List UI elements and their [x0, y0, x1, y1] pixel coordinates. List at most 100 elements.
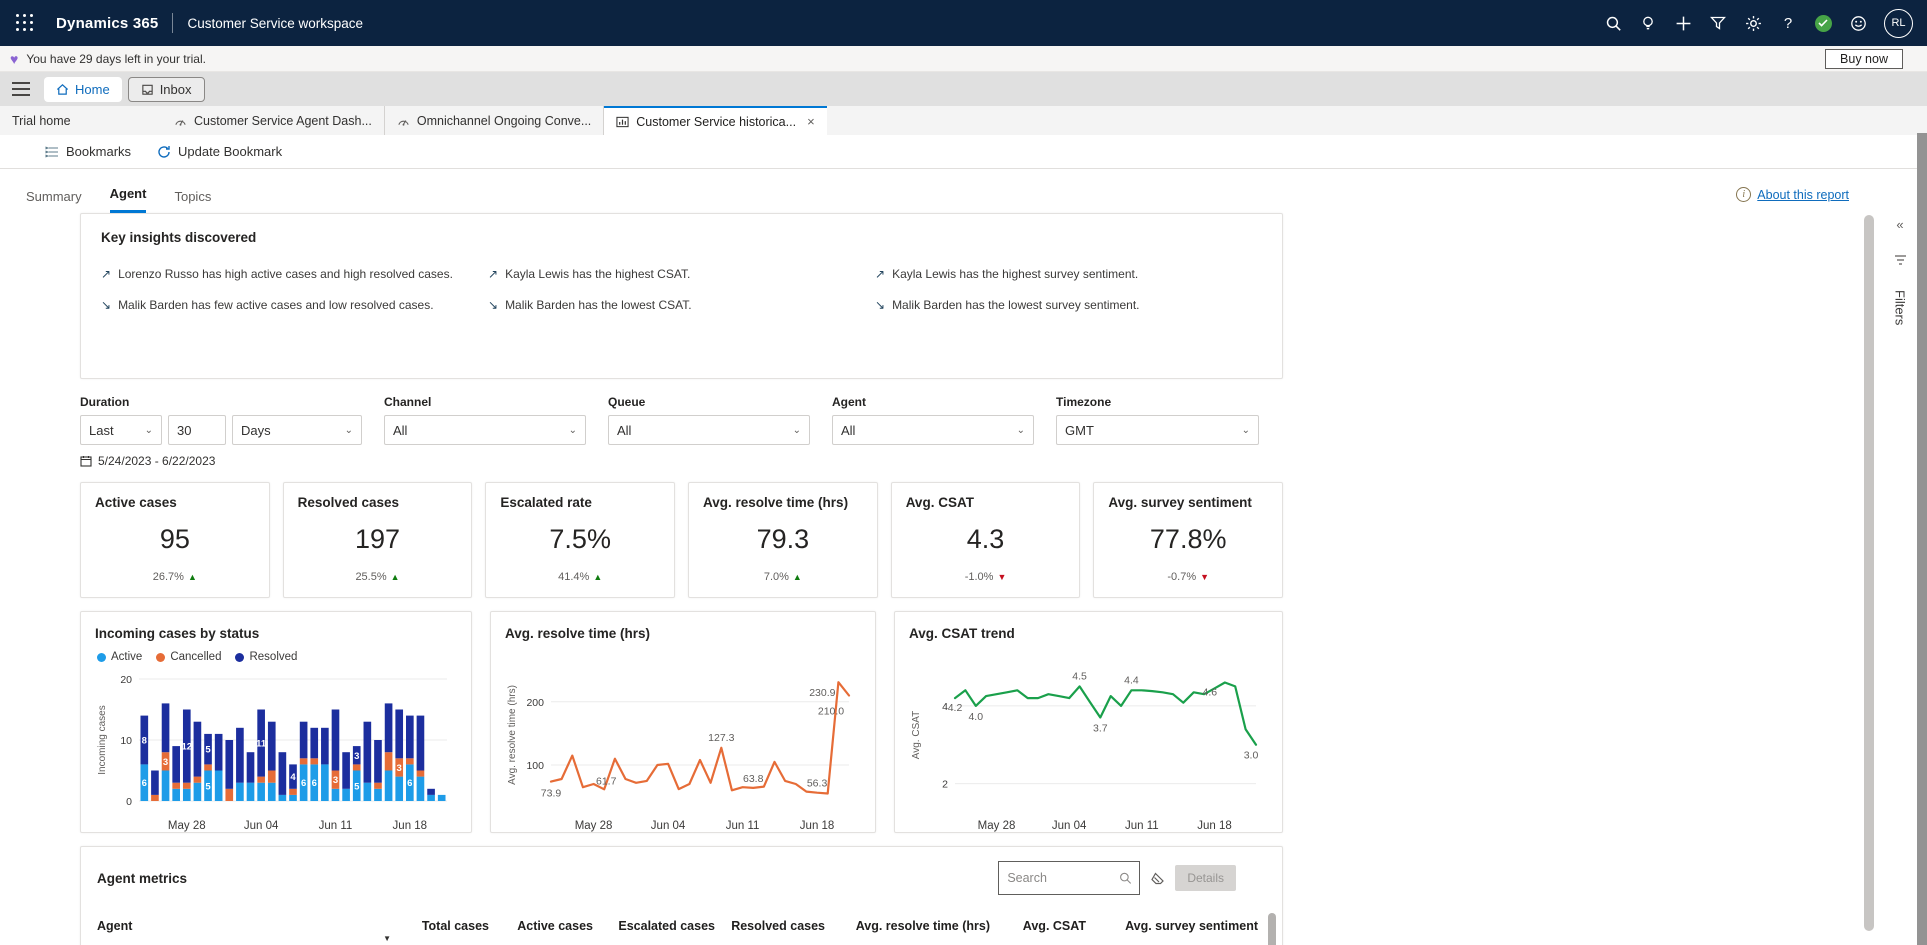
close-tab-icon[interactable]: × — [807, 114, 815, 129]
filter-agent-label: Agent — [832, 395, 866, 409]
column-header-avg-resolve-time-hrs-[interactable]: Avg. resolve time (hrs) — [825, 919, 990, 933]
column-header-total-cases[interactable]: Total cases — [397, 919, 489, 933]
sort-descending-icon[interactable]: ▼ — [383, 934, 391, 943]
inbox-icon — [141, 84, 153, 95]
kpi-card: Escalated rate 7.5% 41.4% ▲ — [485, 482, 676, 598]
csat-trend-line-chart[interactable]: 24 4.24.04.53.74.44.63.0May 28 Jun 04 Jun 1… — [909, 649, 1266, 835]
expand-filters-icon[interactable]: « — [1896, 217, 1903, 232]
details-button[interactable]: Details — [1175, 865, 1236, 891]
insight-item: ↗ Kayla Lewis has the highest CSAT. — [488, 267, 875, 281]
legend-label: Cancelled — [170, 651, 222, 663]
column-header-agent[interactable]: Agent ▼ — [97, 919, 397, 943]
buy-now-button[interactable]: Buy now — [1825, 48, 1903, 69]
svg-text:4.4: 4.4 — [1124, 674, 1139, 686]
svg-text:3: 3 — [163, 757, 168, 768]
kpi-label: Avg. CSAT — [905, 495, 974, 510]
delta-down-icon: ▼ — [1200, 572, 1210, 582]
column-header-avg-survey-sentiment[interactable]: Avg. survey sentiment — [1086, 919, 1258, 933]
svg-text:3.7: 3.7 — [1093, 723, 1108, 735]
date-range-text: 5/24/2023 - 6/22/2023 — [98, 454, 216, 468]
svg-text:4.0: 4.0 — [968, 711, 983, 723]
settings-icon[interactable] — [1740, 10, 1766, 36]
window-scrollbar[interactable] — [1917, 133, 1927, 945]
legend-item-active[interactable]: Active — [97, 651, 142, 663]
agent-metrics-card: Agent metrics Details Agent▼Total casesA… — [80, 846, 1283, 945]
column-header-avg-csat[interactable]: Avg. CSAT — [990, 919, 1086, 933]
about-this-report[interactable]: i About this report — [1736, 187, 1849, 202]
svg-text:61.7: 61.7 — [596, 775, 617, 787]
kpi-card: Avg. survey sentiment 77.8% -0.7% ▼ — [1093, 482, 1284, 598]
page-tab-3[interactable]: Omnichannel Ongoing Conve... — [385, 106, 605, 135]
tab-inbox[interactable]: Inbox — [127, 76, 205, 102]
agent-search-box[interactable] — [998, 861, 1141, 895]
duration-unit-dropdown[interactable]: Days ⌄ — [232, 415, 362, 445]
feedback-smiley-icon[interactable] — [1845, 10, 1871, 36]
table-scrollbar[interactable] — [1268, 913, 1276, 945]
duration-mode-dropdown[interactable]: Last ⌄ — [80, 415, 162, 445]
chart-legend: Active Cancelled Resolved — [97, 651, 457, 663]
eraser-icon[interactable] — [1150, 871, 1165, 885]
legend-item-resolved[interactable]: Resolved — [235, 651, 297, 663]
about-report-link[interactable]: About this report — [1757, 188, 1849, 202]
topbar-divider — [172, 13, 174, 33]
hamburger-menu-icon[interactable] — [8, 79, 34, 99]
trial-message: You have 29 days left in your trial. — [26, 51, 206, 66]
lightbulb-icon[interactable] — [1635, 10, 1661, 36]
kpi-value: 77.8% — [1149, 524, 1227, 554]
duration-value-input[interactable]: 30 — [168, 415, 226, 445]
delta-up-icon: ▲ — [390, 572, 400, 582]
report-tab-summary[interactable]: Summary — [26, 189, 82, 213]
search-icon[interactable] — [1600, 10, 1626, 36]
app-launcher-icon[interactable] — [10, 8, 40, 38]
resolve-time-line-chart[interactable]: 100 200 73.9 61.7 127.3 63.8 56.3 230.9 210.0 May… — [505, 649, 859, 835]
info-icon: i — [1736, 187, 1752, 202]
incoming-cases-chart-card: Incoming cases by status Active Cancelled… — [80, 611, 472, 833]
kpi-label: Avg. resolve time (hrs) — [703, 495, 849, 510]
plus-icon[interactable] — [1670, 10, 1696, 36]
column-header-active-cases[interactable]: Active cases — [489, 919, 593, 933]
queue-dropdown[interactable]: All ⌄ — [608, 415, 810, 445]
insight-item: ↘ Malik Barden has the lowest CSAT. — [488, 298, 875, 312]
page-scrollbar[interactable] — [1864, 215, 1874, 931]
svg-text:Jun 04: Jun 04 — [1052, 820, 1087, 832]
app-name[interactable]: Customer Service workspace — [187, 16, 363, 31]
report-tab-agent[interactable]: Agent — [109, 186, 147, 213]
legend-item-cancelled[interactable]: Cancelled — [156, 651, 221, 663]
svg-text:5: 5 — [205, 781, 211, 792]
page-tab-2[interactable]: Customer Service Agent Dash... — [162, 106, 385, 135]
svg-text:6: 6 — [312, 778, 317, 789]
page-tab-1[interactable]: Trial home — [0, 106, 162, 135]
insight-item: ↗ Kayla Lewis has the highest survey sent… — [875, 267, 1262, 281]
incoming-cases-stacked-bar-chart[interactable]: 0102068312551146 6 35336May 28 Jun 04 Jun 11… — [95, 663, 455, 833]
tab-home[interactable]: Home — [44, 76, 122, 102]
channel-dropdown[interactable]: All ⌄ — [384, 415, 586, 445]
filter-timezone-label: Timezone — [1056, 395, 1112, 409]
column-header-resolved-cases[interactable]: Resolved cases — [715, 919, 825, 933]
svg-text:3.0: 3.0 — [1244, 750, 1259, 762]
svg-text:May 28: May 28 — [575, 820, 613, 832]
gauge-icon — [397, 115, 410, 127]
svg-text:0: 0 — [126, 796, 132, 808]
user-avatar[interactable]: RL — [1884, 8, 1913, 38]
svg-text:6: 6 — [407, 778, 412, 789]
bookmarks-icon — [45, 145, 58, 158]
kpi-delta: -1.0% ▼ — [964, 571, 1007, 583]
top-app-bar: Dynamics 365 Customer Service workspace … — [0, 0, 1927, 46]
report-tab-topics[interactable]: Topics — [174, 189, 211, 213]
gauge-icon — [174, 115, 187, 127]
column-header-escalated-cases[interactable]: Escalated cases — [593, 919, 715, 933]
page-tab-4[interactable]: Customer Service historica... × — [604, 106, 827, 135]
insight-item: ↘ Malik Barden has the lowest survey sent… — [875, 298, 1262, 312]
presence-check-icon[interactable] — [1810, 10, 1836, 36]
help-icon[interactable]: ? — [1775, 10, 1801, 36]
agent-dropdown[interactable]: All ⌄ — [832, 415, 1034, 445]
report-filters: Duration Last ⌄ 30 Days ⌄ Channel All ⌄ … — [80, 395, 1283, 468]
bookmarks-label: Bookmarks — [66, 144, 132, 159]
refresh-icon — [158, 145, 170, 158]
filter-icon[interactable] — [1705, 10, 1731, 36]
timezone-dropdown[interactable]: GMT ⌄ — [1056, 415, 1259, 445]
filters-pane-collapsed[interactable]: « Filters — [1884, 199, 1916, 945]
bookmarks-button[interactable]: Bookmarks — [45, 144, 131, 159]
agent-search-input[interactable] — [1007, 871, 1119, 885]
update-bookmark-button[interactable]: Update Bookmark — [157, 144, 282, 159]
